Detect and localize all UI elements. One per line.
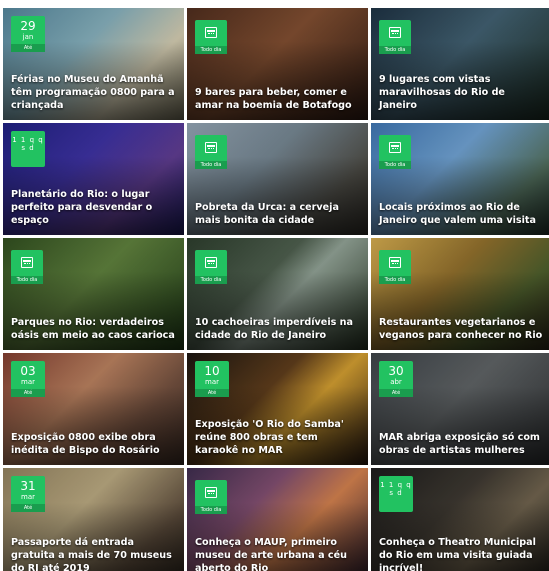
calendar-badge-footer: Todo dia — [379, 161, 411, 169]
card-title[interactable]: Parques no Rio: verdadeiros oásis em mei… — [11, 316, 178, 342]
date-badge-day: 30 — [388, 364, 404, 378]
calendar-badge: Todo dia — [195, 20, 227, 54]
calendar-badge-footer: Todo dia — [379, 276, 411, 284]
event-card[interactable]: Todo dia Pobreta da Urca: a cerveja mais … — [187, 123, 368, 235]
date-badge-footer: Até — [195, 389, 229, 397]
event-card[interactable]: 30 abr Até MAR abriga exposição só com obra… — [371, 353, 549, 465]
event-card[interactable]: Todo dia 10 cachoeiras imperdíveis na cid… — [187, 238, 368, 350]
card-title[interactable]: Exposição 0800 exibe obra inédita de Bis… — [11, 431, 178, 457]
card-title[interactable]: 9 lugares com vistas maravilhosas do Rio… — [379, 73, 546, 112]
date-badge-month: abr — [390, 378, 402, 386]
calendar-icon — [389, 142, 401, 153]
calendar-icon — [205, 487, 217, 498]
date-badge-footer: Até — [379, 389, 413, 397]
calendar-icon — [21, 257, 33, 268]
card-title[interactable]: Planetário do Rio: o lugar perfeito para… — [11, 188, 178, 227]
event-card[interactable]: Todo dia Locais próximos ao Rio de Janeir… — [371, 123, 549, 235]
calendar-badge: Todo dia — [195, 135, 227, 169]
event-card[interactable]: Todo dia 9 bares para beber, comer e amar… — [187, 8, 368, 120]
event-card[interactable]: 1 1 q q s d Conheça o Theatro Municipal d… — [371, 468, 549, 571]
card-title[interactable]: Passaporte dá entrada gratuita a mais de… — [11, 536, 178, 571]
event-card[interactable]: Todo dia Conheça o MAUP, primeiro museu d… — [187, 468, 368, 571]
event-card[interactable]: 10 mar Até Exposição 'O Rio do Samba' reúne… — [187, 353, 368, 465]
calendar-icon — [205, 257, 217, 268]
card-title[interactable]: 10 cachoeiras imperdíveis na cidade do R… — [195, 316, 362, 342]
event-card[interactable]: Todo dia Parques no Rio: verdadeiros oási… — [3, 238, 184, 350]
weekday-badge: 1 1 q q s d — [11, 131, 45, 167]
calendar-icon — [205, 142, 217, 153]
date-badge-month: mar — [21, 493, 35, 501]
date-badge-day: 31 — [20, 479, 36, 493]
date-badge-month: mar — [205, 378, 219, 386]
event-card[interactable]: 03 mar Até Exposição 0800 exibe obra inédit… — [3, 353, 184, 465]
calendar-badge-footer: Todo dia — [11, 276, 43, 284]
event-card[interactable]: 29 jan Até Férias no Museu do Amanhã têm pr… — [3, 8, 184, 120]
date-badge-day: 29 — [20, 19, 36, 33]
card-title[interactable]: Restaurantes vegetarianos e veganos para… — [379, 316, 546, 342]
date-badge: 30 abr Até — [379, 361, 413, 397]
date-badge-day: 03 — [20, 364, 36, 378]
card-title[interactable]: Locais próximos ao Rio de Janeiro que va… — [379, 201, 546, 227]
calendar-icon — [389, 27, 401, 38]
events-grid: 29 jan Até Férias no Museu do Amanhã têm pr… — [3, 8, 549, 571]
page-header-cutoff — [0, 0, 549, 8]
calendar-badge: Todo dia — [195, 480, 227, 514]
calendar-badge-footer: Todo dia — [195, 161, 227, 169]
date-badge-footer: Até — [11, 44, 45, 52]
calendar-badge: Todo dia — [379, 250, 411, 284]
date-badge: 29 jan Até — [11, 16, 45, 52]
date-badge-footer: Até — [11, 504, 45, 512]
calendar-icon — [205, 27, 217, 38]
card-title[interactable]: MAR abriga exposição só com obras de art… — [379, 431, 546, 457]
event-card[interactable]: Todo dia 9 lugares com vistas maravilhosa… — [371, 8, 549, 120]
date-badge: 10 mar Até — [195, 361, 229, 397]
event-card[interactable]: Todo dia Restaurantes vegetarianos e vega… — [371, 238, 549, 350]
calendar-badge: Todo dia — [195, 250, 227, 284]
calendar-badge-footer: Todo dia — [379, 46, 411, 54]
weekday-letters: 1 1 q q s d — [12, 136, 44, 152]
card-title[interactable]: Pobreta da Urca: a cerveja mais bonita d… — [195, 201, 362, 227]
weekday-badge: 1 1 q q s d — [379, 476, 413, 512]
calendar-badge-footer: Todo dia — [195, 276, 227, 284]
event-card[interactable]: 1 1 q q s d Planetário do Rio: o lugar pe… — [3, 123, 184, 235]
card-title[interactable]: 9 bares para beber, comer e amar na boem… — [195, 86, 362, 112]
card-title[interactable]: Férias no Museu do Amanhã têm programaçã… — [11, 73, 178, 112]
date-badge: 31 mar Até — [11, 476, 45, 512]
date-badge-footer: Até — [11, 389, 45, 397]
calendar-badge: Todo dia — [379, 20, 411, 54]
card-title[interactable]: Conheça o Theatro Municipal do Rio em um… — [379, 536, 546, 571]
date-badge: 03 mar Até — [11, 361, 45, 397]
calendar-badge: Todo dia — [11, 250, 43, 284]
date-badge-day: 10 — [204, 364, 220, 378]
card-title[interactable]: Conheça o MAUP, primeiro museu de arte u… — [195, 536, 362, 571]
date-badge-month: jan — [22, 33, 34, 41]
calendar-icon — [389, 257, 401, 268]
card-title[interactable]: Exposição 'O Rio do Samba' reúne 800 obr… — [195, 418, 362, 457]
event-card[interactable]: 31 mar Até Passaporte dá entrada gratuita a… — [3, 468, 184, 571]
date-badge-month: mar — [21, 378, 35, 386]
calendar-badge-footer: Todo dia — [195, 506, 227, 514]
calendar-badge: Todo dia — [379, 135, 411, 169]
calendar-badge-footer: Todo dia — [195, 46, 227, 54]
weekday-letters: 1 1 q q s d — [380, 481, 412, 497]
